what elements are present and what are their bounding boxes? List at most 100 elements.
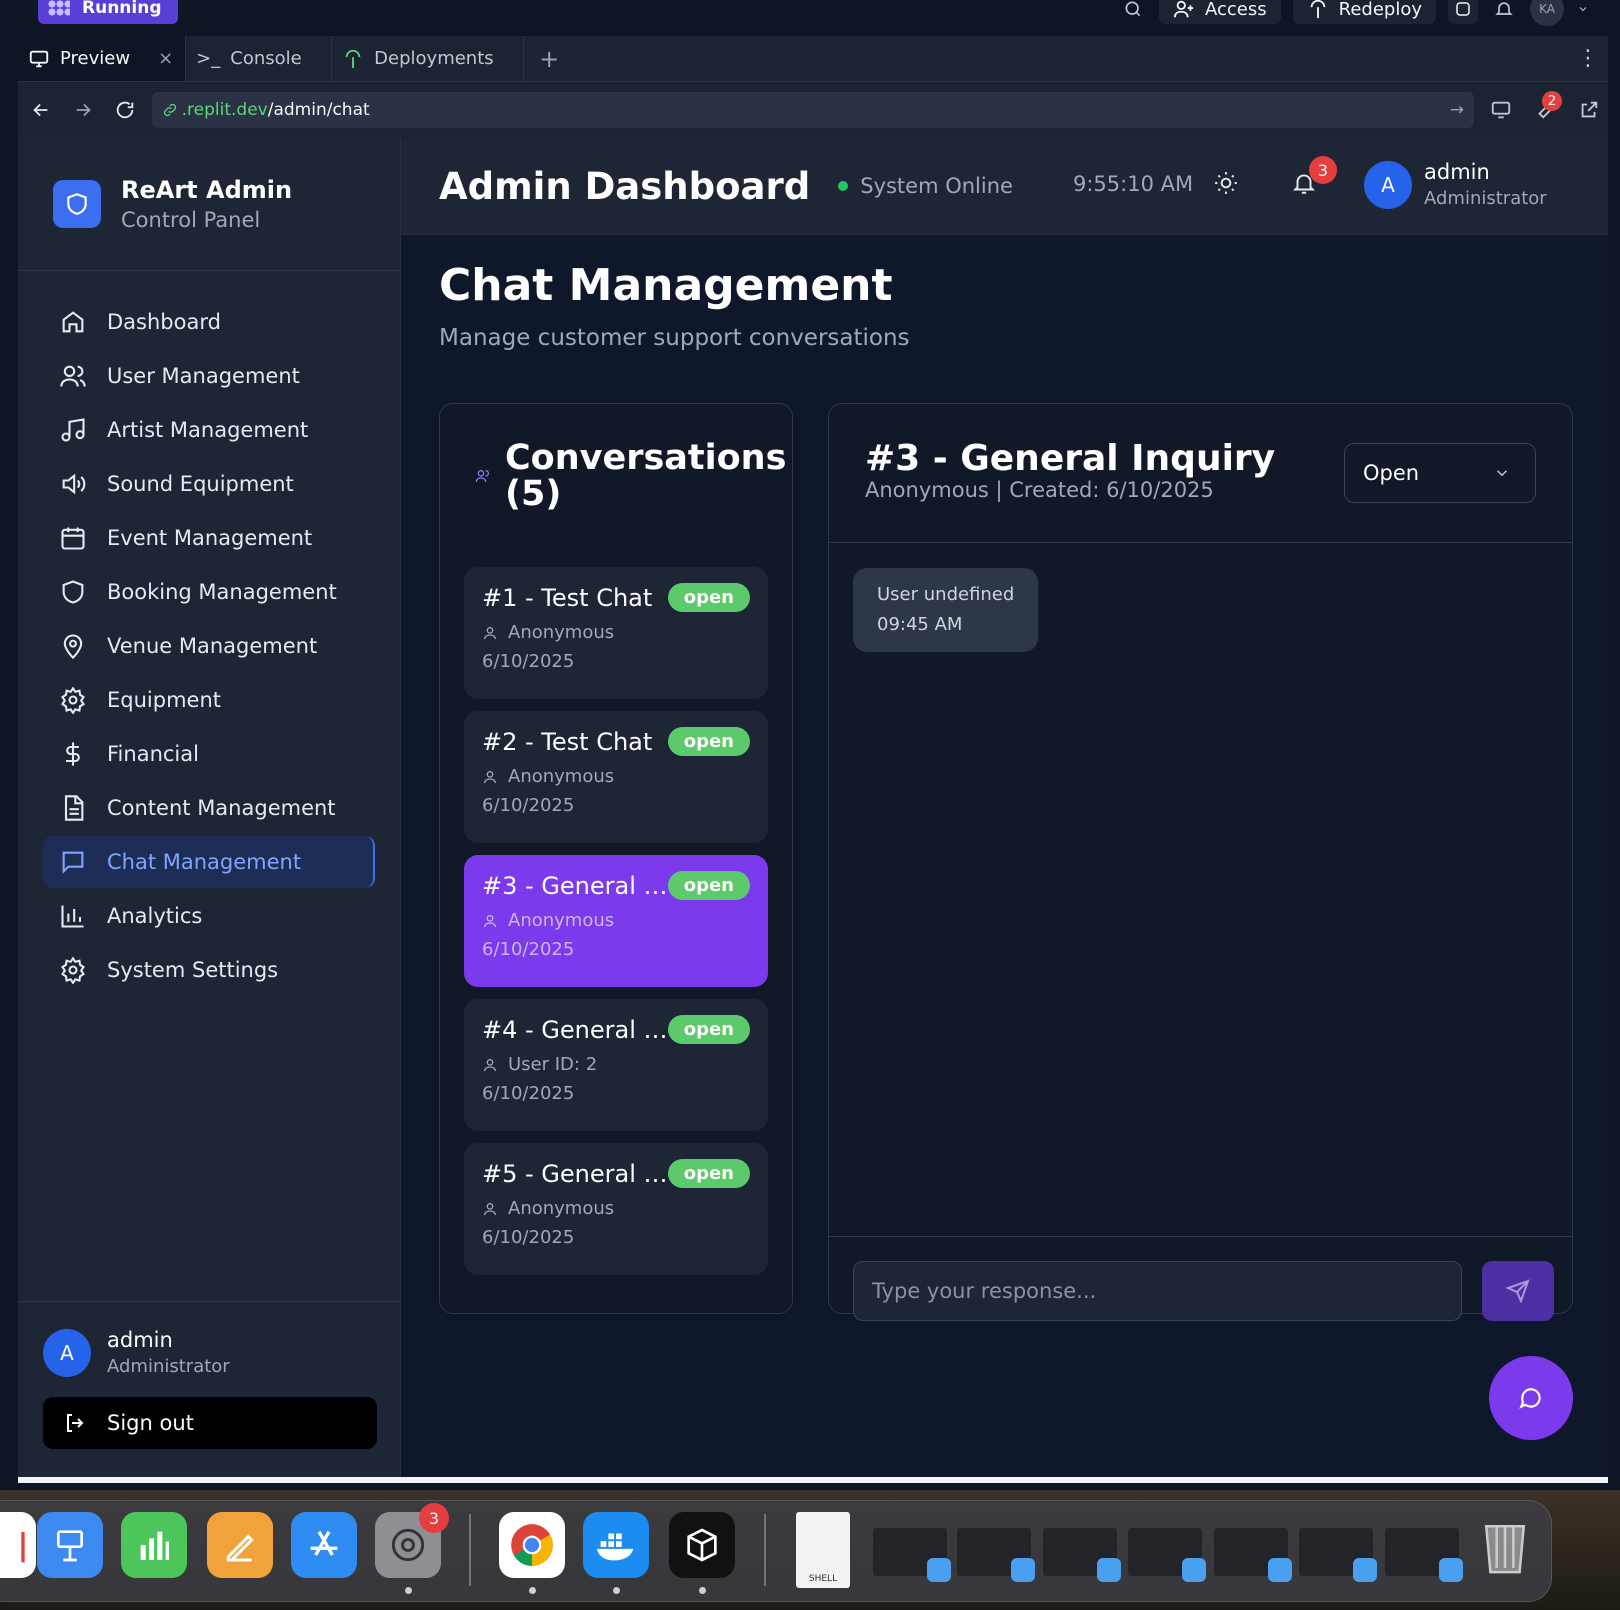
dock-chrome-icon[interactable] bbox=[499, 1512, 565, 1578]
close-icon[interactable]: × bbox=[158, 48, 173, 69]
extension-button[interactable] bbox=[1448, 0, 1478, 24]
system-status: System Online bbox=[838, 174, 1013, 198]
shield-logo-icon bbox=[53, 180, 101, 228]
sidebar-item-sound-equipment[interactable]: Sound Equipment bbox=[43, 458, 375, 510]
user-plus-icon bbox=[1173, 0, 1194, 18]
chevron-down-icon[interactable] bbox=[1576, 0, 1590, 23]
dock-window-thumbnail[interactable] bbox=[1385, 1528, 1463, 1582]
tab-preview[interactable]: Preview × bbox=[18, 36, 187, 81]
conversation-item[interactable]: #5 - General I... open Anonymous 6/10/202… bbox=[464, 1143, 768, 1275]
tab-console[interactable]: >_ Console bbox=[186, 36, 333, 81]
conversation-item[interactable]: #4 - General I... open User ID: 2 6/10/20… bbox=[464, 999, 768, 1131]
home-icon bbox=[62, 311, 84, 333]
tab-label: Preview bbox=[60, 48, 131, 69]
finder-icon bbox=[1439, 1558, 1463, 1582]
gear-icon bbox=[61, 686, 85, 714]
dock-window-thumbnail[interactable] bbox=[1214, 1528, 1292, 1582]
sidebar-item-financial[interactable]: Financial bbox=[43, 728, 375, 780]
sun-icon[interactable] bbox=[1213, 170, 1239, 200]
sidebar-item-event-management[interactable]: Event Management bbox=[43, 512, 375, 564]
dock-docker-icon[interactable] bbox=[583, 1512, 649, 1578]
chat-fab-button[interactable] bbox=[1489, 1356, 1573, 1440]
sidebar-item-dashboard[interactable]: Dashboard bbox=[43, 296, 375, 348]
notification-bell-icon[interactable] bbox=[1490, 0, 1518, 23]
search-icon[interactable] bbox=[1119, 0, 1147, 23]
message-time: 09:45 AM bbox=[877, 614, 963, 635]
status-badge: open bbox=[667, 1015, 750, 1044]
sidebar-item-chat-management[interactable]: Chat Management bbox=[43, 836, 375, 888]
sidebar-item-label: Chat Management bbox=[107, 850, 302, 874]
dock-window-thumbnail[interactable] bbox=[1128, 1528, 1206, 1582]
dock-window-thumbnail[interactable] bbox=[1299, 1528, 1377, 1582]
dollar-icon bbox=[66, 742, 80, 766]
reply-input[interactable] bbox=[853, 1261, 1462, 1321]
conversation-title: #4 - General I... bbox=[482, 1015, 668, 1044]
tab-deployments[interactable]: Deployments bbox=[332, 36, 525, 81]
top-header: Admin Dashboard System Online 9:55:10 AM… bbox=[401, 138, 1608, 235]
notification-bell-icon[interactable]: 3 bbox=[1291, 156, 1337, 200]
avatar: A bbox=[43, 1328, 91, 1377]
sign-out-button[interactable]: Sign out bbox=[43, 1397, 377, 1449]
status-select-value: Open bbox=[1363, 461, 1420, 485]
map-pin-icon bbox=[63, 634, 83, 660]
sidebar-item-content-management[interactable]: Content Management bbox=[43, 782, 375, 834]
sidebar-item-label: Sound Equipment bbox=[107, 472, 294, 496]
dock-app-store-icon[interactable] bbox=[291, 1512, 357, 1578]
replit-user-avatar[interactable]: KA bbox=[1530, 0, 1564, 26]
chat-meta: Anonymous | Created: 6/10/2025 bbox=[865, 478, 1214, 502]
sidebar-item-user-management[interactable]: User Management bbox=[43, 350, 375, 402]
conversation-user: Anonymous bbox=[508, 622, 615, 643]
go-arrow-icon[interactable]: → bbox=[1450, 100, 1464, 120]
conversations-header: Conversations (5) bbox=[475, 440, 786, 512]
dock-app-partial-icon[interactable]: | bbox=[0, 1512, 36, 1578]
conversation-item[interactable]: #2 - Test Chat open Anonymous 6/10/2025 bbox=[464, 711, 768, 843]
conversation-user: Anonymous bbox=[508, 1198, 615, 1219]
send-button[interactable] bbox=[1482, 1261, 1554, 1321]
sidebar-item-equipment[interactable]: Equipment bbox=[43, 674, 375, 726]
dock-window-thumbnail[interactable] bbox=[957, 1528, 1035, 1582]
bar-chart-icon bbox=[61, 905, 84, 928]
status-select[interactable]: Open bbox=[1344, 443, 1536, 503]
header-title: Admin Dashboard bbox=[439, 164, 811, 208]
conversations-panel: Conversations (5) #1 - Test Chat open Ano… bbox=[439, 403, 793, 1314]
run-button[interactable]: Running bbox=[38, 0, 178, 24]
forward-arrow-icon[interactable] bbox=[62, 89, 104, 131]
dock-numbers-icon[interactable] bbox=[121, 1512, 187, 1578]
dock-keynote-icon[interactable] bbox=[37, 1512, 103, 1578]
dock-running-indicator bbox=[529, 1587, 536, 1594]
sidebar-item-booking-management[interactable]: Booking Management bbox=[43, 566, 375, 618]
url-input[interactable]: .replit.dev /admin/chat → bbox=[151, 92, 1474, 128]
sidebar-item-analytics[interactable]: Analytics bbox=[43, 890, 375, 942]
conversation-item-selected[interactable]: #3 - General I... open Anonymous 6/10/202… bbox=[464, 855, 768, 987]
user-icon bbox=[484, 1202, 496, 1215]
status-badge: open bbox=[667, 583, 750, 612]
conversation-item[interactable]: #1 - Test Chat open Anonymous 6/10/2025 bbox=[464, 567, 768, 699]
access-button[interactable]: Access bbox=[1159, 0, 1281, 24]
device-icon[interactable] bbox=[1482, 89, 1520, 131]
sidebar-item-label: Artist Management bbox=[107, 418, 309, 442]
new-tab-button[interactable]: + bbox=[524, 36, 574, 81]
conversation-date: 6/10/2025 bbox=[482, 651, 575, 672]
dock-shell-document-icon[interactable]: SHELL bbox=[796, 1512, 850, 1588]
dock-window-thumbnail[interactable] bbox=[873, 1528, 951, 1582]
sidebar-item-artist-management[interactable]: Artist Management bbox=[43, 404, 375, 456]
sidebar-item-system-settings[interactable]: System Settings bbox=[43, 944, 375, 996]
dock-window-thumbnail[interactable] bbox=[1043, 1528, 1121, 1582]
dock-pages-icon[interactable] bbox=[207, 1512, 273, 1578]
reload-icon[interactable] bbox=[104, 89, 146, 131]
redeploy-button[interactable]: Redeploy bbox=[1292, 0, 1436, 24]
header-user-menu[interactable]: A admin Administrator bbox=[1364, 160, 1547, 209]
conversation-user: User ID: 2 bbox=[508, 1054, 598, 1075]
devtools-wrench-icon[interactable]: 2 bbox=[1526, 89, 1564, 131]
external-link-icon[interactable] bbox=[1570, 89, 1608, 131]
sidebar-item-venue-management[interactable]: Venue Management bbox=[43, 620, 375, 672]
more-options-icon[interactable]: ⋮ bbox=[1568, 36, 1608, 81]
chat-title: #3 - General Inquiry bbox=[865, 438, 1276, 479]
back-arrow-icon[interactable] bbox=[20, 89, 62, 131]
dock-cube-app-icon[interactable] bbox=[669, 1512, 735, 1578]
dock-trash-icon[interactable] bbox=[1472, 1512, 1538, 1578]
conversation-user: Anonymous bbox=[508, 766, 615, 787]
replit-top-bar: Running Access Redeploy KA bbox=[0, 0, 1620, 36]
sidebar-item-label: Analytics bbox=[107, 904, 203, 928]
user-icon bbox=[484, 914, 496, 927]
